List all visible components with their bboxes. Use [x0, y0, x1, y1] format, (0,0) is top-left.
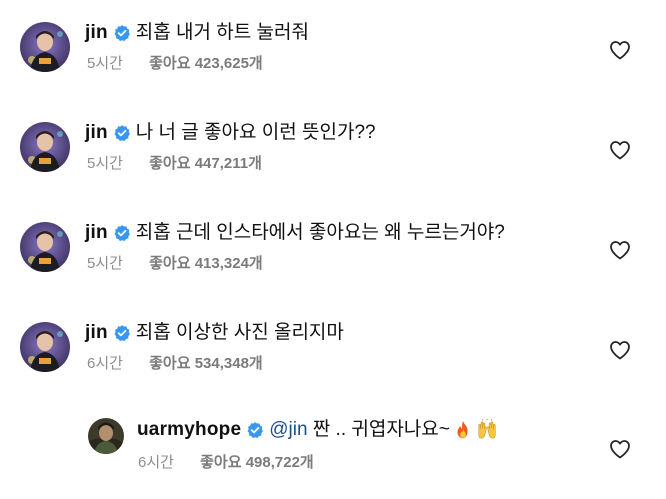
like-count[interactable]: 좋아요 423,625개 [149, 54, 263, 74]
timestamp: 6시간 [138, 454, 174, 471]
avatar[interactable] [20, 122, 70, 172]
comment-header: jin 죄홉 이상한 사진 올리지마 [85, 321, 344, 345]
comment-item: jin 죄홉 근데 인스타에서 좋아요는 왜 누르는거야? 5시간 좋아요 41… [0, 210, 666, 290]
comment-item: jin 나 너 글 좋아요 이런 뜻인가?? 5시간 좋아요 447,211개 [0, 110, 666, 190]
avatar[interactable] [88, 418, 124, 454]
comment-header: jin 나 너 글 좋아요 이런 뜻인가?? [85, 121, 376, 145]
verified-badge-icon [113, 24, 131, 42]
comment-meta: 5시간 좋아요 423,625개 [87, 54, 263, 74]
timestamp: 5시간 [87, 155, 123, 172]
comment-text: 죄홉 내거 하트 눌러줘 [135, 22, 309, 43]
comment-meta: 5시간 좋아요 413,324개 [87, 254, 263, 274]
like-heart-icon[interactable] [608, 338, 632, 362]
comment-header: jin 죄홉 내거 하트 눌러줘 [85, 21, 309, 45]
comment-text: 죄홉 근데 인스타에서 좋아요는 왜 누르는거야? [135, 222, 505, 243]
username[interactable]: jin [85, 321, 108, 345]
verified-badge-icon [113, 324, 131, 342]
like-count[interactable]: 좋아요 447,211개 [149, 154, 262, 174]
comment-text: 나 너 글 좋아요 이런 뜻인가?? [135, 122, 376, 143]
comment-header: jin 죄홉 근데 인스타에서 좋아요는 왜 누르는거야? [85, 221, 505, 245]
comment-meta: 5시간 좋아요 447,211개 [87, 154, 262, 174]
like-count[interactable]: 좋아요 534,348개 [149, 354, 263, 374]
like-heart-icon[interactable] [608, 437, 632, 461]
comment-header: uarmyhope @jin 짠 .. 귀엽자나요~ [137, 418, 498, 442]
like-heart-icon[interactable] [608, 138, 632, 162]
like-count[interactable]: 좋아요 413,324개 [149, 254, 263, 274]
comment-item: jin 죄홉 내거 하트 눌러줘 5시간 좋아요 423,625개 [0, 10, 666, 90]
comment-item: jin 죄홉 이상한 사진 올리지마 6시간 좋아요 534,348개 [0, 310, 666, 390]
like-heart-icon[interactable] [608, 238, 632, 262]
raising-hands-emoji-icon [476, 419, 498, 441]
timestamp: 5시간 [87, 255, 123, 272]
comment-text: 짠 .. 귀엽자나요~ [307, 419, 450, 440]
verified-badge-icon [113, 224, 131, 242]
like-count[interactable]: 좋아요 498,722개 [200, 453, 314, 473]
comment-text: 죄홉 이상한 사진 올리지마 [135, 322, 344, 343]
verified-badge-icon [246, 421, 264, 439]
comment-meta: 6시간 좋아요 498,722개 [138, 453, 314, 473]
like-heart-icon[interactable] [608, 38, 632, 62]
avatar[interactable] [20, 322, 70, 372]
avatar[interactable] [20, 222, 70, 272]
avatar[interactable] [20, 22, 70, 72]
mention-link[interactable]: @jin [269, 418, 307, 442]
username[interactable]: uarmyhope [137, 418, 241, 442]
username[interactable]: jin [85, 221, 108, 245]
username[interactable]: jin [85, 21, 108, 45]
comment-meta: 6시간 좋아요 534,348개 [87, 354, 263, 374]
fire-emoji-icon [452, 419, 474, 441]
timestamp: 5시간 [87, 55, 123, 72]
verified-badge-icon [113, 124, 131, 142]
timestamp: 6시간 [87, 355, 123, 372]
username[interactable]: jin [85, 121, 108, 145]
reply-item: uarmyhope @jin 짠 .. 귀엽자나요~ 6시간 좋아요 498,7… [0, 410, 666, 490]
